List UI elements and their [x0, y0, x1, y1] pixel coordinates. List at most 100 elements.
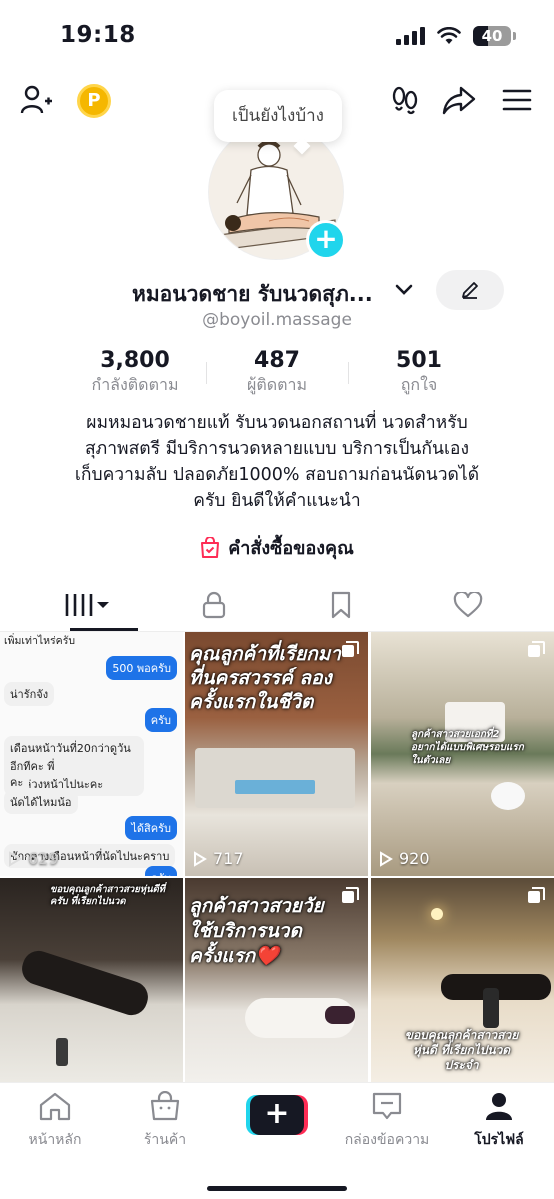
- create-button[interactable]: +: [246, 1095, 308, 1135]
- stat-followers-label: ผู้ติดตาม: [246, 375, 308, 394]
- play-icon: [194, 850, 207, 867]
- garment-shape: [325, 1006, 355, 1024]
- video-grid: เพิ่มเท่าไหร่ครับ 500 พอครับ น่ารักจัง ค…: [0, 632, 554, 1082]
- video-thumbnail[interactable]: เพิ่มเท่าไหร่ครับ 500 พอครับ น่ารักจัง ค…: [0, 632, 183, 876]
- caption-line: ขอบคุณลูกค้าสาวสวยหุ่นดีที่: [50, 884, 166, 895]
- stat-likes-value: 501: [396, 348, 442, 373]
- bio: ผมหมอนวดชายแท้ รับนวดนอกสถานที่ นวดสำหรั…: [40, 410, 514, 514]
- caption-line: ครั้งแรกในชีวิต: [189, 691, 314, 713]
- video-caption: ขอบคุณลูกค้าสาวสวย หุ่นดี ที่เรียกไปนวด …: [375, 1028, 548, 1073]
- view-count: 920: [379, 849, 430, 868]
- tab-private[interactable]: [145, 580, 283, 630]
- view-count-value: 717: [213, 849, 244, 868]
- chat-message: เพิ่มเท่าไหร่ครับ: [4, 635, 76, 647]
- caption-line: อยากได้แบบพิเศษรอบแรก: [411, 742, 524, 753]
- stat-followers[interactable]: 487 ผู้ติดตาม: [197, 348, 357, 398]
- bio-line: ครับ ยินดีให้คำแนะนำ: [193, 491, 361, 511]
- caption-line: ลูกค้าสาวสวยเอกที่2: [411, 729, 500, 740]
- tab-saved[interactable]: [272, 580, 410, 630]
- nav-profile[interactable]: โปรไฟล์: [444, 1091, 554, 1151]
- bed-shape: [195, 748, 355, 808]
- play-icon: [380, 850, 393, 867]
- create-plus-icon: +: [250, 1095, 304, 1135]
- bottom-nav: หน้าหลัก ร้านค้า + กล่องข้อความ โปรไฟล์: [0, 1082, 554, 1199]
- heart-icon: [453, 592, 483, 618]
- bottle-shape: [483, 988, 499, 1028]
- tab-active-indicator: [70, 628, 138, 631]
- video-caption: คุณลูกค้าที่เรียกมา ที่นครสวรรค์ ลอง ครั…: [189, 642, 362, 714]
- inbox-icon: [372, 1092, 402, 1120]
- home-icon: [39, 1092, 71, 1121]
- view-count: 717: [193, 849, 244, 868]
- chat-message: 500 พอครับ: [106, 656, 177, 680]
- status-time: 19:18: [60, 22, 136, 48]
- play-icon: [9, 850, 22, 867]
- caption-line: ครั้งแรก❤️: [189, 945, 279, 967]
- stats-row: 3,800 กำลังติดตาม 487 ผู้ติดตาม 501 ถูกใ…: [0, 348, 554, 398]
- tab-liked[interactable]: [399, 580, 537, 630]
- avatar-container[interactable]: +: [208, 124, 346, 262]
- video-thumbnail[interactable]: ลูกค้าสาวสวยวัย ใช้บริการนวด ครั้งแรก❤️: [185, 878, 368, 1082]
- edit-profile-button[interactable]: [436, 270, 504, 310]
- caption-line: ครับ ที่เรียกไปนวด: [50, 896, 126, 907]
- wifi-icon: [437, 27, 461, 44]
- multi-photo-icon: [342, 641, 359, 657]
- coin-icon[interactable]: P: [77, 84, 111, 118]
- footprint-icon[interactable]: [388, 82, 422, 118]
- caption-line: ประจำ: [444, 1058, 479, 1072]
- video-caption: ลูกค้าสาวสวยเอกที่2 อยากได้แบบพิเศษรอบแร…: [411, 728, 548, 767]
- share-icon[interactable]: [440, 82, 478, 118]
- profile-tabs: [0, 580, 554, 632]
- view-count-value: 920: [399, 849, 430, 868]
- chat-message: ได้สิครับ: [125, 816, 177, 840]
- nav-home-label: หน้าหลัก: [28, 1132, 82, 1148]
- video-thumbnail[interactable]: ลูกค้าสาวสวยเอกที่2 อยากได้แบบพิเศษรอบแร…: [371, 632, 554, 876]
- nav-shop-label: ร้านค้า: [143, 1132, 187, 1148]
- caption-line: ขอบคุณลูกค้าสาวสวย: [404, 1028, 519, 1042]
- status-icons: 40: [396, 26, 516, 46]
- menu-icon[interactable]: [500, 82, 534, 118]
- chevron-down-icon[interactable]: [394, 282, 414, 302]
- video-thumbnail[interactable]: ขอบคุณลูกค้าสาวสวยหุ่นดีที่ ครับ ที่เรีย…: [0, 878, 183, 1082]
- multi-photo-icon: [528, 641, 545, 657]
- nav-shop[interactable]: ร้านค้า: [110, 1090, 220, 1151]
- video-thumbnail[interactable]: คุณลูกค้าที่เรียกมา ที่นครสวรรค์ ลอง ครั…: [185, 632, 368, 876]
- tab-videos[interactable]: [18, 580, 156, 631]
- pencil-icon: [462, 282, 478, 299]
- multi-photo-icon: [342, 887, 359, 903]
- caption-line: ลูกค้าสาวสวยวัย: [189, 895, 324, 917]
- add-friend-icon[interactable]: [18, 82, 54, 118]
- shop-icon: [150, 1090, 180, 1121]
- nav-inbox[interactable]: กล่องข้อความ: [332, 1091, 442, 1151]
- caption-line: ในตัวเลย: [411, 755, 451, 766]
- caption-line: ใช้บริการนวด: [189, 920, 302, 942]
- orders-label: คำสั่งซื้อของคุณ: [228, 538, 354, 559]
- nav-home[interactable]: หน้าหลัก: [0, 1091, 110, 1151]
- bottle-shape: [56, 1038, 68, 1066]
- figure-shape: [17, 946, 153, 1020]
- orders-link[interactable]: คำสั่งซื้อของคุณ: [0, 533, 554, 562]
- caption-line: หุ่นดี ที่เรียกไปนวด: [412, 1043, 511, 1057]
- video-caption: ลูกค้าสาวสวยวัย ใช้บริการนวด ครั้งแรก❤️: [189, 894, 362, 969]
- home-indicator: [207, 1186, 347, 1191]
- status-bubble[interactable]: เป็นยังไงบ้าง: [214, 90, 342, 142]
- stat-likes[interactable]: 501 ถูกใจ: [339, 348, 499, 398]
- battery-tip: [513, 32, 516, 40]
- nav-inbox-label: กล่องข้อความ: [344, 1132, 430, 1148]
- battery-level: 40: [481, 27, 503, 45]
- status-bar: 19:18 40: [0, 0, 554, 72]
- bathtub-shape: [491, 782, 525, 810]
- video-thumbnail[interactable]: ขอบคุณลูกค้าสาวสวย หุ่นดี ที่เรียกไปนวด …: [371, 878, 554, 1082]
- multi-photo-icon: [528, 887, 545, 903]
- caption-line: ที่นครสวรรค์ ลอง: [189, 667, 332, 689]
- bio-line: เก็บความลับ ปลอดภัย1000% สอบถามก่อนนัดนว…: [74, 465, 480, 485]
- chat-message: นัดได้ไหมน้อ: [4, 790, 78, 814]
- add-story-button[interactable]: +: [306, 220, 346, 260]
- video-grid-icon: [65, 594, 109, 616]
- lock-icon: [202, 591, 226, 619]
- display-name[interactable]: หมอนวดชาย รับนวดสุภ...: [132, 278, 373, 311]
- chat-message: ครับ: [144, 708, 177, 732]
- chat-message: น่ารักจัง: [4, 682, 55, 706]
- stat-following[interactable]: 3,800 กำลังติดตาม: [55, 348, 215, 398]
- stat-followers-value: 487: [254, 348, 300, 373]
